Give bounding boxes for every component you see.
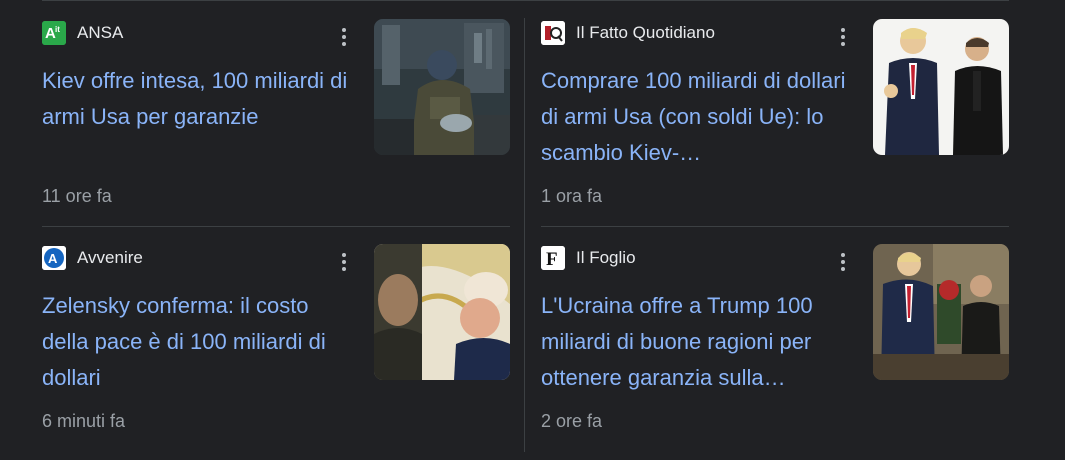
source-name: ANSA [77,23,124,42]
timestamp: 6 minuti fa [42,411,126,431]
source-row: F Il Foglio [541,244,636,272]
trump-zelensky-office-image[interactable] [873,244,1009,380]
timestamp: 11 ore fa [42,186,112,206]
headline-link[interactable]: Comprare 100 miliardi di dollari di armi… [541,63,853,171]
news-card-ilfatto[interactable]: Il Fatto Quotidiano Comprare 100 miliard… [541,19,1009,229]
headline-link[interactable]: Zelensky conferma: il costo della pace è… [42,288,354,396]
column-divider [524,18,525,452]
news-card-ansa[interactable]: Ait ANSA Kiev offre intesa, 100 miliardi… [42,19,510,229]
zelensky-trump-meeting-image[interactable] [374,244,510,380]
timestamp: 2 ore fa [541,411,603,431]
more-options-icon[interactable] [833,25,853,49]
more-options-icon[interactable] [334,250,354,274]
ilfoglio-logo-icon: F [541,246,565,270]
svg-text:A: A [48,251,58,266]
news-card-avvenire[interactable]: A Avvenire Zelensky conferma: il costo d… [42,244,510,454]
source-name: Il Fatto Quotidiano [576,23,715,42]
news-card-ilfoglio[interactable]: F Il Foglio L'Ucraina offre a Trump 100 … [541,244,1009,454]
headline-link[interactable]: Kiev offre intesa, 100 miliardi di armi … [42,63,354,135]
svg-text:it: it [55,25,60,34]
news-grid: Ait ANSA Kiev offre intesa, 100 miliardi… [0,0,1065,460]
source-row: A Avvenire [42,244,143,272]
svg-text:F: F [546,249,558,270]
source-row: Ait ANSA [42,19,123,47]
ansa-logo-icon: Ait [42,21,66,45]
soldier-weapons-image[interactable] [374,19,510,155]
avvenire-logo-icon: A [42,246,66,270]
timestamp: 1 ora fa [541,186,603,206]
source-row: Il Fatto Quotidiano [541,19,715,47]
source-name: Avvenire [77,248,143,267]
headline-link[interactable]: L'Ucraina offre a Trump 100 miliardi di … [541,288,853,396]
top-divider [42,0,1009,1]
ilfatto-logo-icon [541,21,565,45]
more-options-icon[interactable] [334,25,354,49]
source-name: Il Foglio [576,248,636,267]
more-options-icon[interactable] [833,250,853,274]
trump-zelensky-handshake-image[interactable] [873,19,1009,155]
